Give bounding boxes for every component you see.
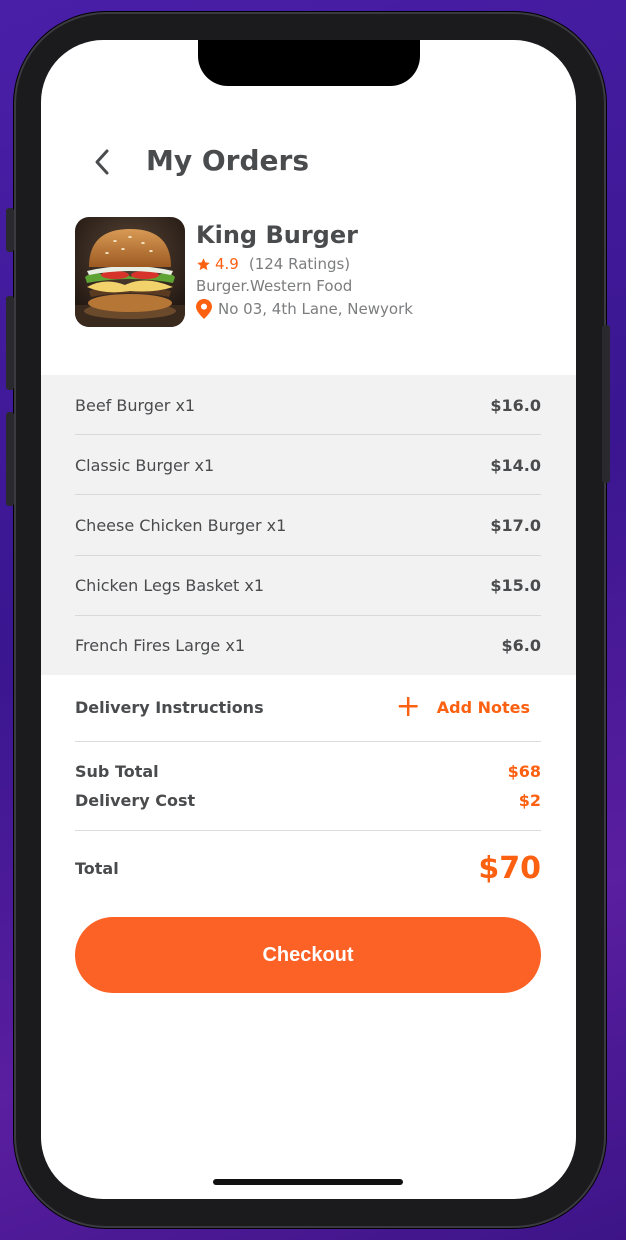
address-row: No 03, 4th Lane, Newyork [196, 299, 413, 319]
item-name: Beef Burger x1 [75, 395, 196, 415]
delivery-cost-label: Delivery Cost [75, 790, 196, 810]
order-item: Cheese Chicken Burger x1 $17.0 [75, 495, 541, 555]
add-notes-label: Add Notes [436, 697, 530, 717]
rating-value: 4.9 [215, 255, 239, 273]
home-indicator[interactable] [213, 1179, 403, 1185]
checkout-button[interactable]: Checkout [75, 917, 541, 993]
page-title: My Orders [146, 144, 309, 177]
restaurant-card[interactable]: King Burger 4.9 (124 Ratings) Burger.Wes… [75, 217, 555, 329]
item-name: French Fires Large x1 [75, 635, 245, 655]
order-item: French Fires Large x1 $6.0 [75, 615, 541, 675]
plus-icon: + [395, 689, 421, 724]
back-button[interactable] [91, 148, 113, 176]
delivery-instructions-label: Delivery Instructions [75, 697, 264, 717]
chevron-left-icon [95, 149, 109, 175]
restaurant-image [75, 217, 185, 327]
cuisine-text: Burger.Western Food [196, 277, 353, 295]
add-notes-button[interactable]: + Add Notes [396, 692, 530, 722]
subtotal-value: $68 [507, 761, 541, 781]
item-name: Cheese Chicken Burger x1 [75, 515, 287, 535]
power-button [602, 325, 610, 483]
rating-row: 4.9 (124 Ratings) [196, 255, 350, 273]
location-pin-icon [196, 299, 212, 319]
total-row: Total $70 [75, 848, 541, 888]
item-name: Classic Burger x1 [75, 455, 215, 475]
delivery-cost-value: $2 [518, 790, 541, 810]
item-price: $17.0 [490, 515, 541, 535]
volume-down-button [6, 412, 14, 506]
star-icon [197, 257, 210, 270]
item-price: $6.0 [501, 635, 541, 655]
item-price: $14.0 [490, 455, 541, 475]
total-value: $70 [478, 850, 541, 886]
app-screen: My Orders King Burger 4.9 (124 Ratings) … [41, 40, 576, 1199]
restaurant-name: King Burger [196, 221, 358, 249]
item-price: $15.0 [490, 575, 541, 595]
header: My Orders [41, 132, 576, 192]
divider [75, 741, 541, 742]
volume-up-button [6, 296, 14, 390]
delivery-instructions-row: Delivery Instructions + Add Notes [75, 687, 541, 727]
ratings-count: (124 Ratings) [248, 255, 351, 273]
order-item: Classic Burger x1 $14.0 [75, 435, 541, 495]
subtotal-label: Sub Total [75, 761, 159, 781]
mute-switch [6, 208, 14, 252]
order-item: Chicken Legs Basket x1 $15.0 [75, 555, 541, 615]
notch [198, 40, 420, 86]
item-name: Chicken Legs Basket x1 [75, 575, 265, 595]
delivery-cost-row: Delivery Cost $2 [75, 789, 541, 811]
order-items-list: Beef Burger x1 $16.0 Classic Burger x1 $… [41, 375, 576, 675]
divider [75, 830, 541, 831]
address-text: No 03, 4th Lane, Newyork [218, 300, 413, 318]
subtotal-row: Sub Total $68 [75, 760, 541, 782]
item-price: $16.0 [490, 395, 541, 415]
order-item: Beef Burger x1 $16.0 [75, 375, 541, 435]
total-label: Total [75, 858, 119, 878]
